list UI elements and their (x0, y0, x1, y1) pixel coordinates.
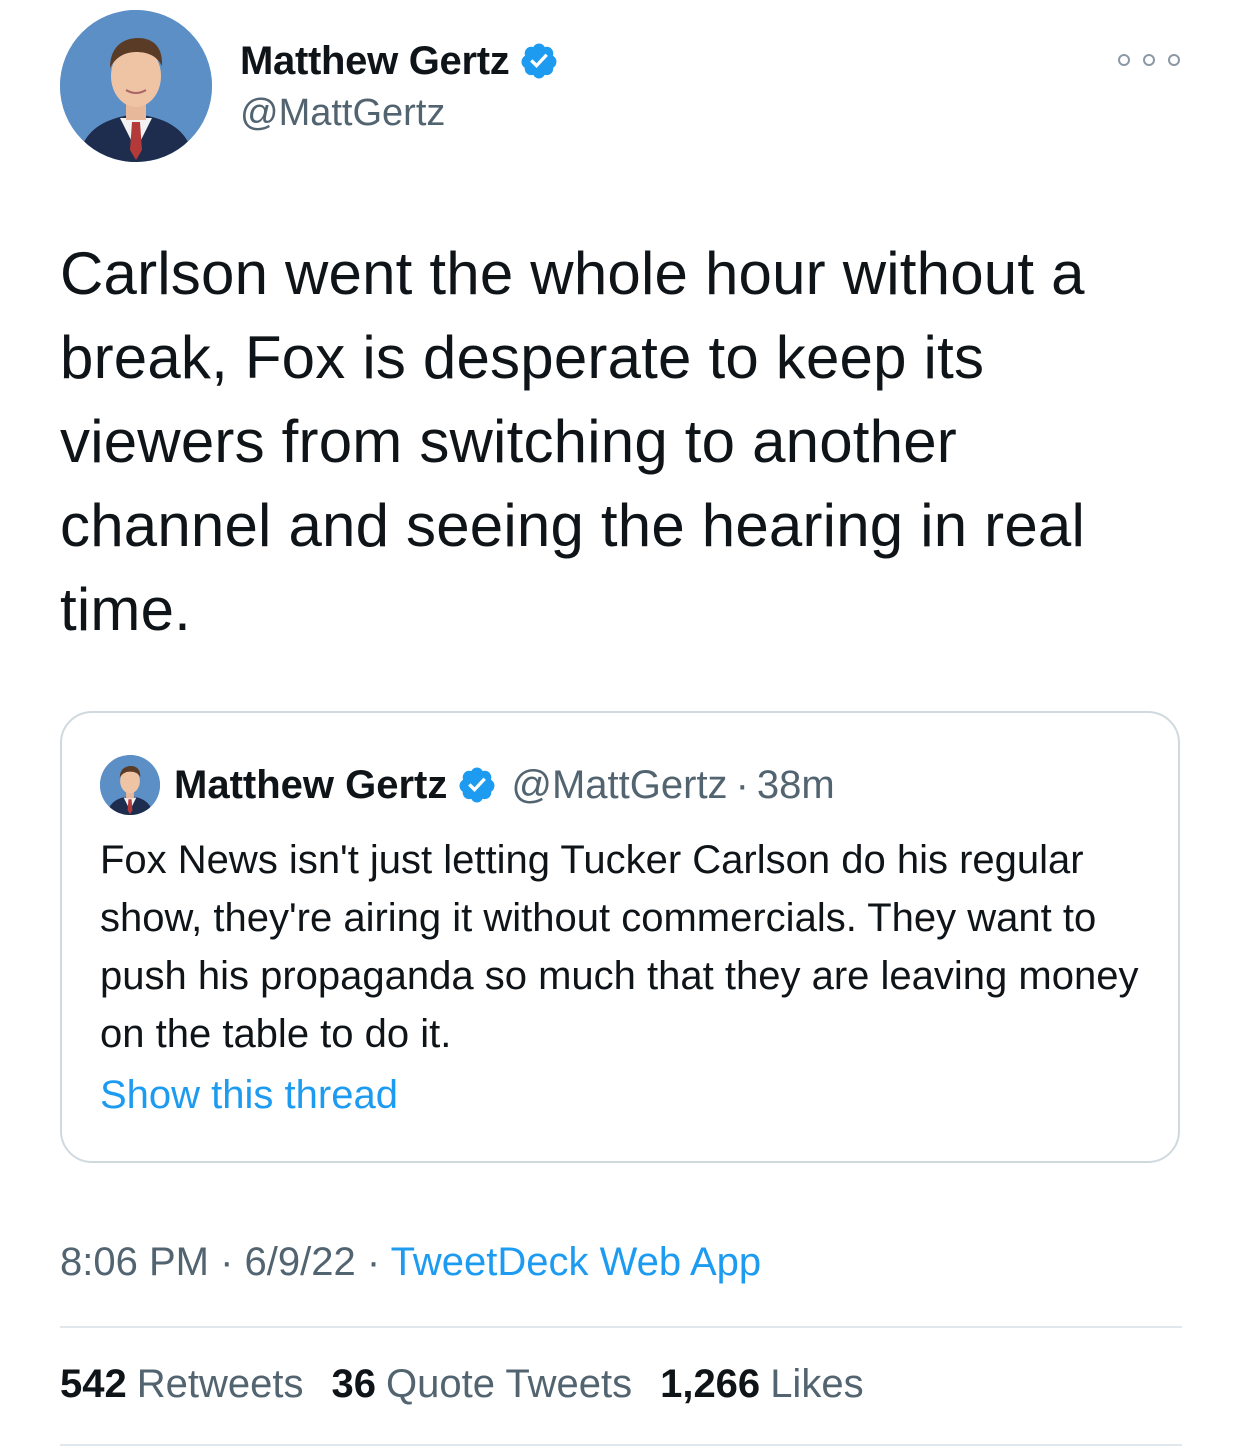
quote-tweets-count: 36 (331, 1362, 377, 1406)
retweets-stat[interactable]: 542 Retweets (60, 1362, 304, 1407)
likes-count: 1,266 (660, 1362, 761, 1406)
quoted-author-name: Matthew Gertz (174, 762, 448, 807)
tweet-date[interactable]: 6/9/22 (245, 1240, 356, 1284)
quoted-author-handle: @MattGertz (511, 762, 728, 807)
separator-dot: · (735, 762, 749, 807)
quote-tweets-stat[interactable]: 36 Quote Tweets (332, 1362, 633, 1407)
more-dot-icon (1168, 54, 1180, 66)
author-display-name[interactable]: Matthew Gertz (240, 39, 510, 84)
show-thread-link[interactable]: Show this thread (100, 1073, 398, 1118)
quoted-tweet-text: Fox News isn't just letting Tucker Carls… (100, 838, 1139, 1056)
quoted-tweet-time: 38m (756, 762, 835, 807)
retweets-count: 542 (60, 1362, 127, 1406)
likes-label: Likes (770, 1362, 864, 1406)
more-dot-icon (1143, 54, 1155, 66)
tweet-source-link[interactable]: TweetDeck Web App (391, 1240, 762, 1284)
tweet-stats: 542 Retweets 36 Quote Tweets 1,266 Likes (60, 1362, 892, 1407)
profile-photo-icon (100, 755, 160, 815)
divider (60, 1326, 1182, 1328)
divider (60, 1444, 1182, 1446)
more-dot-icon (1118, 54, 1130, 66)
author-avatar[interactable] (60, 10, 212, 162)
quoted-tweet-header: Matthew Gertz @MattGertz · 38m (174, 755, 835, 815)
verified-badge-icon (459, 767, 495, 803)
tweet-time[interactable]: 8:06 PM (60, 1240, 209, 1284)
tweet-meta: 8:06 PM · 6/9/22 · TweetDeck Web App (60, 1240, 761, 1285)
likes-stat[interactable]: 1,266 Likes (660, 1362, 864, 1407)
more-options-button[interactable] (1118, 48, 1180, 72)
verified-badge-icon (521, 43, 557, 79)
profile-photo-icon (60, 10, 212, 162)
quoted-author-avatar (100, 755, 160, 815)
quote-tweets-label: Quote Tweets (386, 1362, 633, 1406)
tweet-text: Carlson went the whole hour without a br… (60, 240, 1086, 643)
author-name-row[interactable]: Matthew Gertz (240, 36, 559, 86)
separator-dot: · (366, 1240, 381, 1284)
separator-dot: · (220, 1240, 234, 1284)
quoted-tweet-card[interactable]: Matthew Gertz @MattGertz · 38m Fox News … (60, 711, 1180, 1163)
author-handle[interactable]: @MattGertz (240, 92, 445, 135)
retweets-label: Retweets (136, 1362, 304, 1406)
